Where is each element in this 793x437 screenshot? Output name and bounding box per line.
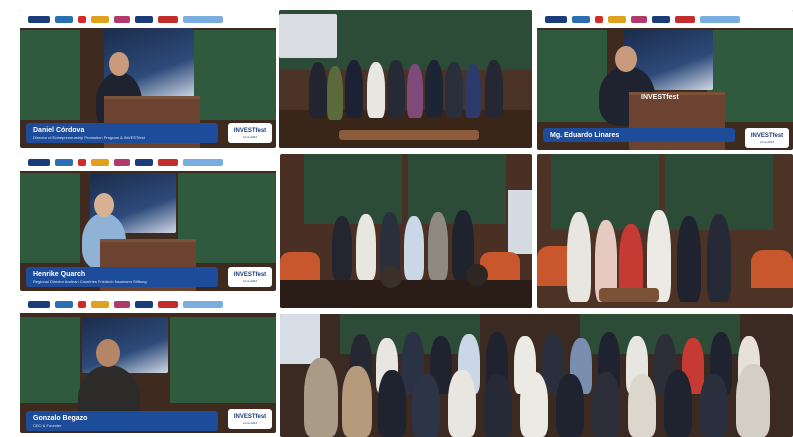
speaker-role: Regional Director Andean Countries Fried… (33, 279, 147, 284)
photo-speaker-eduardo: INVESTfest Mg. Eduardo Linares INVESTfes… (537, 10, 793, 150)
photo-crowd-celebration (280, 314, 793, 437)
speaker-name: Henrike Quarch (33, 271, 86, 278)
speaker-role: CEO & Founder (33, 423, 62, 428)
speaker-name-banner: Daniel Córdova Director of Entrepreneurs… (26, 123, 218, 143)
speaker-name-banner: Gonzalo Begazo CEO & Founder (26, 411, 218, 431)
speaker-name: Daniel Córdova (33, 127, 85, 134)
sponsor-logos-bar (20, 10, 276, 28)
event-logo-badge: INVESTfest Lima 2024 (228, 123, 272, 143)
photo-speaker-daniel: Daniel Córdova Director of Entrepreneurs… (20, 10, 276, 148)
speaker-name: Mg. Eduardo Linares (550, 132, 620, 139)
speaker-name-banner: Henrike Quarch Regional Director Andean … (26, 267, 218, 287)
sponsor-logos-bar (20, 153, 276, 171)
sponsor-logos-bar (20, 295, 276, 313)
photo-speaker-henrike: Henrike Quarch Regional Director Andean … (20, 153, 276, 291)
event-logo-badge: INVESTfest Lima 2024 (228, 409, 272, 429)
podium-screen-text: INVESTfest (641, 94, 679, 101)
sponsor-logos-bar (537, 10, 793, 28)
speaker-role: Director of Entrepreneurship Promotion P… (33, 135, 145, 140)
photo-group-stage (279, 10, 532, 148)
photo-group-chairs (537, 154, 793, 308)
speaker-name-banner: Mg. Eduardo Linares (543, 128, 735, 142)
photo-group-boards (280, 154, 532, 308)
photo-speaker-gonzalo: Gonzalo Begazo CEO & Founder INVESTfest … (20, 295, 276, 433)
speaker-name: Gonzalo Begazo (33, 415, 88, 422)
event-logo-badge: INVESTfest Lima 2024 (228, 267, 272, 287)
event-logo-badge: INVESTfest Lima 2024 (745, 128, 789, 148)
